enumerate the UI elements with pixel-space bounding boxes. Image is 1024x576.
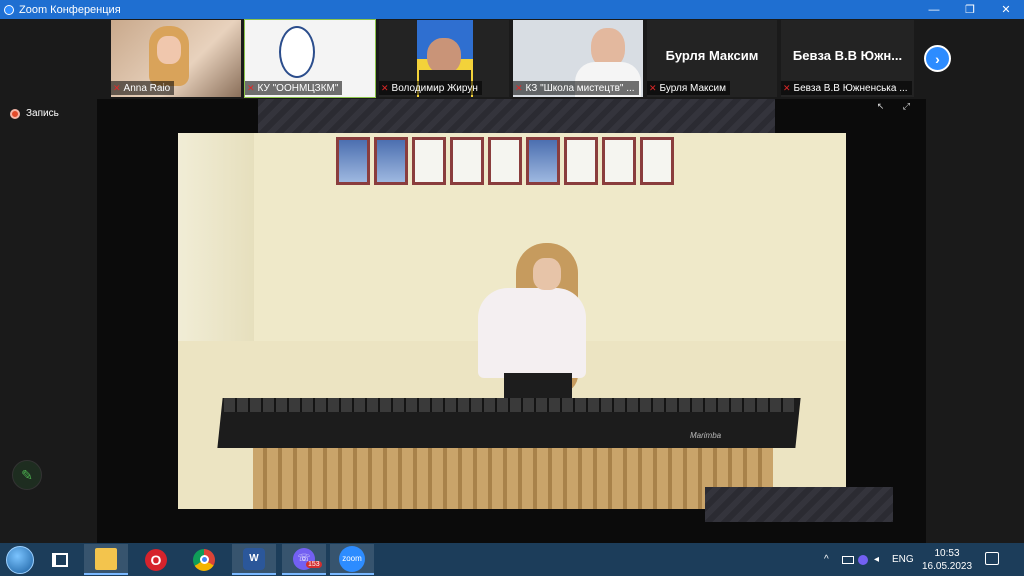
annotate-pencil-button[interactable]: ✎	[12, 460, 42, 490]
record-icon	[10, 108, 20, 119]
performer-body	[478, 288, 586, 378]
mic-muted-icon: ✕	[515, 82, 523, 93]
task-view-button[interactable]	[38, 544, 82, 575]
recording-label: Запись	[26, 108, 59, 119]
participant-name: ✕ Бурля Максим	[647, 81, 730, 95]
tray-battery[interactable]	[842, 543, 854, 576]
next-participants-button[interactable]: ›	[924, 45, 951, 72]
participant-name: ✕ КУ "ООНМЦЗКМ"	[245, 81, 343, 95]
windows-taskbar: O W ☏ 153 zoom ^ ◂ ENG 10:53 16.05.2023	[0, 543, 1024, 576]
participant-tile[interactable]: ✕ Anna Raio	[111, 20, 241, 97]
clock-date: 16.05.2023	[922, 561, 973, 572]
word-button[interactable]: W	[232, 544, 276, 575]
diploma-frame	[564, 137, 598, 185]
show-hidden-icons-button[interactable]: ^	[824, 543, 829, 576]
notifications-icon[interactable]	[985, 552, 999, 565]
task-view-icon	[52, 552, 68, 567]
speaker-icon: ◂	[874, 554, 880, 565]
mic-muted-icon: ✕	[649, 82, 657, 93]
viber-tray-icon	[858, 554, 868, 565]
mic-muted-icon: ✕	[247, 82, 255, 93]
maximize-button[interactable]: ❐	[952, 0, 988, 19]
start-button[interactable]	[6, 546, 34, 574]
diploma-frame	[640, 137, 674, 185]
opera-button[interactable]: O	[134, 544, 178, 575]
tray-viber[interactable]	[858, 543, 868, 576]
participant-name: ✕ Anna Raio	[111, 81, 175, 95]
participant-face	[157, 36, 181, 64]
tray-volume[interactable]: ◂	[874, 543, 879, 576]
organization-logo	[279, 26, 315, 78]
diploma-frame	[488, 137, 522, 185]
participant-big-name: Бевза В.В Южн...	[792, 48, 903, 63]
viber-button[interactable]: ☏ 153	[282, 544, 326, 575]
participant-name: ✕ Бевза В.В Южненська ...	[781, 81, 912, 95]
shared-screen[interactable]: ↖ ⤢ Marimba	[97, 99, 926, 544]
participant-tile[interactable]: ✕ Володимир Жирун	[379, 20, 509, 97]
minimize-button[interactable]: —	[916, 0, 952, 19]
close-button[interactable]: ✕	[988, 0, 1024, 19]
hidden-region-top	[258, 99, 775, 135]
diploma-frame	[374, 137, 408, 185]
word-icon: W	[243, 547, 265, 570]
marimba-keys	[224, 398, 794, 412]
participant-name: ✕ Володимир Жирун	[379, 81, 482, 95]
zoom-icon: zoom	[339, 545, 365, 572]
participant-face	[427, 38, 461, 74]
marimba-brand: Marimba	[690, 431, 722, 440]
file-explorer-button[interactable]	[84, 544, 128, 575]
hidden-region-bottom	[705, 487, 893, 522]
participant-tile[interactable]: Бевза В.В Южн... ✕ Бевза В.В Южненська ..…	[781, 20, 914, 97]
participant-tile[interactable]: ✕ КЗ "Школа мистецтв" ...	[513, 20, 643, 97]
viber-unread-badge: 153	[306, 561, 322, 568]
chrome-icon	[193, 548, 215, 571]
pencil-icon: ✎	[21, 466, 33, 483]
mic-muted-icon: ✕	[381, 82, 389, 93]
system-clock[interactable]: 10:53 16.05.2023	[922, 547, 972, 573]
battery-icon	[842, 555, 854, 564]
participant-tile[interactable]: Бурля Максим ✕ Бурля Максим	[647, 20, 777, 97]
diploma-frame	[450, 137, 484, 185]
participant-tile[interactable]: ✕ КУ "ООНМЦЗКМ"	[244, 19, 376, 98]
input-language[interactable]: ENG	[892, 543, 914, 576]
performer-face	[533, 258, 561, 290]
chevron-up-icon: ^	[824, 554, 829, 565]
mic-muted-icon: ✕	[113, 82, 121, 93]
participant-name: ✕ КЗ "Школа мистецтв" ...	[513, 81, 639, 95]
participant-big-name: Бурля Максим	[665, 48, 759, 63]
wall-diplomas	[336, 137, 674, 185]
diploma-frame	[336, 137, 370, 185]
window-title: Zoom Конференция	[19, 3, 121, 16]
diploma-frame	[602, 137, 636, 185]
shared-video: Marimba	[178, 133, 846, 509]
chrome-button[interactable]	[182, 544, 226, 575]
share-view-controls[interactable]: ↖ ⤢	[877, 101, 918, 112]
title-bar: Zoom Конференция — ❐ ✕	[0, 0, 1024, 19]
recording-indicator[interactable]: Запись	[10, 108, 59, 119]
diploma-frame	[526, 137, 560, 185]
clock-time: 10:53	[934, 548, 960, 559]
meeting-window: ✕ Anna Raio ✕ КУ "ООНМЦЗКМ" ✕ Володимир Жир…	[0, 19, 1024, 544]
folder-icon	[95, 547, 117, 570]
diploma-frame	[412, 137, 446, 185]
mic-muted-icon: ✕	[783, 82, 791, 93]
zoom-app-icon	[4, 4, 14, 15]
opera-icon: O	[145, 548, 167, 571]
zoom-button[interactable]: zoom	[330, 544, 374, 575]
